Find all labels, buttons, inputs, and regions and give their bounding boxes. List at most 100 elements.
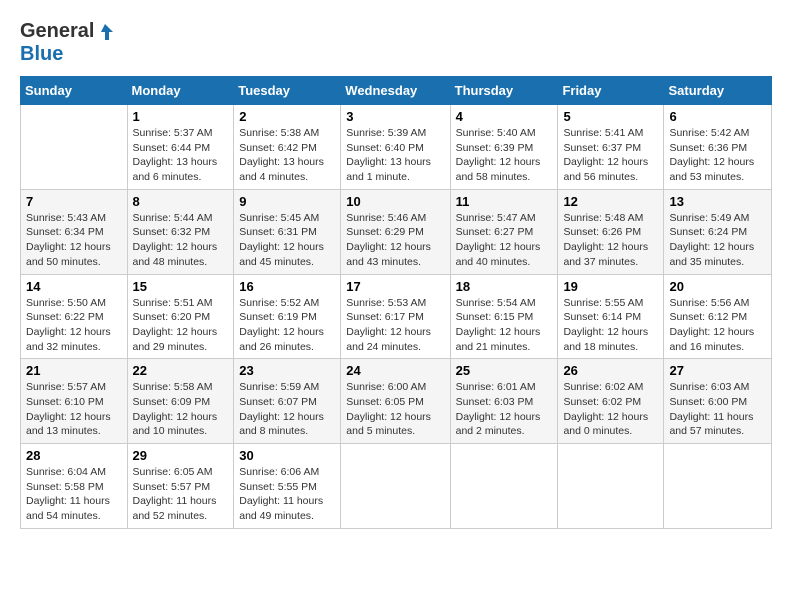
day-info: Sunrise: 5:42 AM Sunset: 6:36 PM Dayligh… [669,126,766,185]
calendar-cell: 4 Sunrise: 5:40 AM Sunset: 6:39 PM Daylig… [450,105,558,190]
day-info: Sunrise: 5:37 AM Sunset: 6:44 PM Dayligh… [133,126,229,185]
day-number: 13 [669,194,766,209]
day-info: Sunrise: 5:44 AM Sunset: 6:32 PM Dayligh… [133,211,229,270]
calendar-table: SundayMondayTuesdayWednesdayThursdayFrid… [20,76,772,529]
day-info: Sunrise: 6:01 AM Sunset: 6:03 PM Dayligh… [456,380,553,439]
calendar-cell: 20 Sunrise: 5:56 AM Sunset: 6:12 PM Dayli… [664,274,772,359]
day-info: Sunrise: 6:03 AM Sunset: 6:00 PM Dayligh… [669,380,766,439]
day-number: 30 [239,448,335,463]
day-info: Sunrise: 6:04 AM Sunset: 5:58 PM Dayligh… [26,465,122,524]
day-number: 2 [239,109,335,124]
day-number: 10 [346,194,444,209]
day-number: 22 [133,363,229,378]
calendar-cell: 16 Sunrise: 5:52 AM Sunset: 6:19 PM Dayli… [234,274,341,359]
day-number: 9 [239,194,335,209]
day-info: Sunrise: 5:59 AM Sunset: 6:07 PM Dayligh… [239,380,335,439]
week-row-1: 7 Sunrise: 5:43 AM Sunset: 6:34 PM Daylig… [21,189,772,274]
calendar-cell: 7 Sunrise: 5:43 AM Sunset: 6:34 PM Daylig… [21,189,128,274]
day-info: Sunrise: 5:47 AM Sunset: 6:27 PM Dayligh… [456,211,553,270]
day-info: Sunrise: 5:55 AM Sunset: 6:14 PM Dayligh… [563,296,658,355]
calendar-cell: 27Sunrise: 6:03 AM Sunset: 6:00 PM Dayli… [664,359,772,444]
day-info: Sunrise: 5:40 AM Sunset: 6:39 PM Dayligh… [456,126,553,185]
calendar-cell: 14Sunrise: 5:50 AM Sunset: 6:22 PM Dayli… [21,274,128,359]
calendar-cell: 9 Sunrise: 5:45 AM Sunset: 6:31 PM Daylig… [234,189,341,274]
calendar-cell: 23 Sunrise: 5:59 AM Sunset: 6:07 PM Dayli… [234,359,341,444]
calendar-cell: 17 Sunrise: 5:53 AM Sunset: 6:17 PM Dayli… [341,274,450,359]
calendar-cell: 26 Sunrise: 6:02 AM Sunset: 6:02 PM Dayli… [558,359,664,444]
day-number: 12 [563,194,658,209]
day-number: 8 [133,194,229,209]
day-info: Sunrise: 6:06 AM Sunset: 5:55 PM Dayligh… [239,465,335,524]
day-info: Sunrise: 5:46 AM Sunset: 6:29 PM Dayligh… [346,211,444,270]
week-row-4: 28 Sunrise: 6:04 AM Sunset: 5:58 PM Dayli… [21,444,772,529]
calendar-cell: 8 Sunrise: 5:44 AM Sunset: 6:32 PM Daylig… [127,189,234,274]
calendar-cell: 25 Sunrise: 6:01 AM Sunset: 6:03 PM Dayli… [450,359,558,444]
day-number: 6 [669,109,766,124]
calendar-cell: 15Sunrise: 5:51 AM Sunset: 6:20 PM Dayli… [127,274,234,359]
week-row-0: 1Sunrise: 5:37 AM Sunset: 6:44 PM Daylig… [21,105,772,190]
day-info: Sunrise: 5:50 AM Sunset: 6:22 PM Dayligh… [26,296,122,355]
calendar-cell [450,444,558,529]
day-info: Sunrise: 5:43 AM Sunset: 6:34 PM Dayligh… [26,211,122,270]
calendar-cell: 10 Sunrise: 5:46 AM Sunset: 6:29 PM Dayli… [341,189,450,274]
week-row-2: 14Sunrise: 5:50 AM Sunset: 6:22 PM Dayli… [21,274,772,359]
calendar-cell: 11Sunrise: 5:47 AM Sunset: 6:27 PM Dayli… [450,189,558,274]
day-info: Sunrise: 5:45 AM Sunset: 6:31 PM Dayligh… [239,211,335,270]
day-info: Sunrise: 5:38 AM Sunset: 6:42 PM Dayligh… [239,126,335,185]
day-info: Sunrise: 6:05 AM Sunset: 5:57 PM Dayligh… [133,465,229,524]
day-info: Sunrise: 5:39 AM Sunset: 6:40 PM Dayligh… [346,126,444,185]
header-wednesday: Wednesday [341,77,450,105]
calendar-cell [21,105,128,190]
calendar-cell: 18 Sunrise: 5:54 AM Sunset: 6:15 PM Dayli… [450,274,558,359]
day-number: 28 [26,448,122,463]
header-friday: Friday [558,77,664,105]
day-info: Sunrise: 5:57 AM Sunset: 6:10 PM Dayligh… [26,380,122,439]
calendar-cell: 3 Sunrise: 5:39 AM Sunset: 6:40 PM Daylig… [341,105,450,190]
day-number: 16 [239,279,335,294]
day-number: 23 [239,363,335,378]
day-info: Sunrise: 5:58 AM Sunset: 6:09 PM Dayligh… [133,380,229,439]
calendar-cell: 24 Sunrise: 6:00 AM Sunset: 6:05 PM Dayli… [341,359,450,444]
header-row: SundayMondayTuesdayWednesdayThursdayFrid… [21,77,772,105]
header-saturday: Saturday [664,77,772,105]
day-info: Sunrise: 6:02 AM Sunset: 6:02 PM Dayligh… [563,380,658,439]
day-info: Sunrise: 5:49 AM Sunset: 6:24 PM Dayligh… [669,211,766,270]
header-sunday: Sunday [21,77,128,105]
day-number: 7 [26,194,122,209]
header-monday: Monday [127,77,234,105]
day-number: 21 [26,363,122,378]
day-number: 25 [456,363,553,378]
calendar-cell: 12 Sunrise: 5:48 AM Sunset: 6:26 PM Dayli… [558,189,664,274]
calendar-cell: 30 Sunrise: 6:06 AM Sunset: 5:55 PM Dayli… [234,444,341,529]
day-info: Sunrise: 5:41 AM Sunset: 6:37 PM Dayligh… [563,126,658,185]
day-number: 29 [133,448,229,463]
logo-blue: Blue [20,43,63,65]
day-number: 20 [669,279,766,294]
calendar-cell: 29 Sunrise: 6:05 AM Sunset: 5:57 PM Dayli… [127,444,234,529]
day-info: Sunrise: 5:48 AM Sunset: 6:26 PM Dayligh… [563,211,658,270]
day-info: Sunrise: 5:56 AM Sunset: 6:12 PM Dayligh… [669,296,766,355]
header-tuesday: Tuesday [234,77,341,105]
day-number: 24 [346,363,444,378]
calendar-cell [664,444,772,529]
day-info: Sunrise: 5:53 AM Sunset: 6:17 PM Dayligh… [346,296,444,355]
day-number: 17 [346,279,444,294]
calendar-cell: 21 Sunrise: 5:57 AM Sunset: 6:10 PM Dayli… [21,359,128,444]
calendar-cell: 5 Sunrise: 5:41 AM Sunset: 6:37 PM Daylig… [558,105,664,190]
week-row-3: 21 Sunrise: 5:57 AM Sunset: 6:10 PM Dayli… [21,359,772,444]
page-header: General Blue [20,20,772,66]
calendar-cell [341,444,450,529]
day-info: Sunrise: 5:52 AM Sunset: 6:19 PM Dayligh… [239,296,335,355]
calendar-cell: 2 Sunrise: 5:38 AM Sunset: 6:42 PM Daylig… [234,105,341,190]
day-number: 18 [456,279,553,294]
day-number: 5 [563,109,658,124]
calendar-cell: 22 Sunrise: 5:58 AM Sunset: 6:09 PM Dayli… [127,359,234,444]
logo: General Blue [20,20,116,66]
day-number: 26 [563,363,658,378]
calendar-cell [558,444,664,529]
day-number: 4 [456,109,553,124]
day-info: Sunrise: 6:00 AM Sunset: 6:05 PM Dayligh… [346,380,444,439]
calendar-cell: 28 Sunrise: 6:04 AM Sunset: 5:58 PM Dayli… [21,444,128,529]
day-info: Sunrise: 5:54 AM Sunset: 6:15 PM Dayligh… [456,296,553,355]
day-number: 3 [346,109,444,124]
